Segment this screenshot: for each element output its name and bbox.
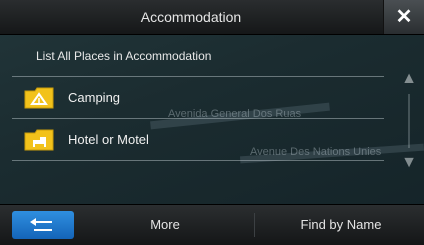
page-title: Accommodation <box>140 9 242 25</box>
back-button[interactable] <box>12 211 74 239</box>
navigation-screen: Avenida General Dos Ruas Avenue Des Nati… <box>0 0 424 245</box>
category-list: List All Places in Accommodation Camping <box>12 36 384 196</box>
scroll-track[interactable] <box>408 94 410 148</box>
divider <box>254 213 255 237</box>
title-bar: Accommodation ✕ <box>0 0 424 35</box>
list-item-label: Camping <box>68 90 121 105</box>
scroll-down-icon[interactable]: ▼ <box>394 148 424 178</box>
list-all-places-label: List All Places in Accommodation <box>36 49 212 63</box>
close-icon: ✕ <box>395 6 413 28</box>
more-button[interactable]: More <box>80 205 250 245</box>
list-item-camping[interactable]: Camping <box>12 78 384 119</box>
list-item-hotel[interactable]: Hotel or Motel <box>12 120 384 161</box>
close-button[interactable]: ✕ <box>383 0 424 34</box>
camping-folder-icon <box>24 87 54 109</box>
list-item-label: Hotel or Motel <box>68 132 149 147</box>
scrollbar[interactable]: ▲ ▼ <box>394 34 424 198</box>
back-arrow-icon <box>30 218 52 231</box>
hotel-folder-icon <box>24 129 54 151</box>
list-all-places-item[interactable]: List All Places in Accommodation <box>12 36 384 77</box>
bottom-toolbar: More Find by Name <box>0 204 424 245</box>
find-by-name-button[interactable]: Find by Name <box>258 205 424 245</box>
scroll-up-icon[interactable]: ▲ <box>394 64 424 94</box>
